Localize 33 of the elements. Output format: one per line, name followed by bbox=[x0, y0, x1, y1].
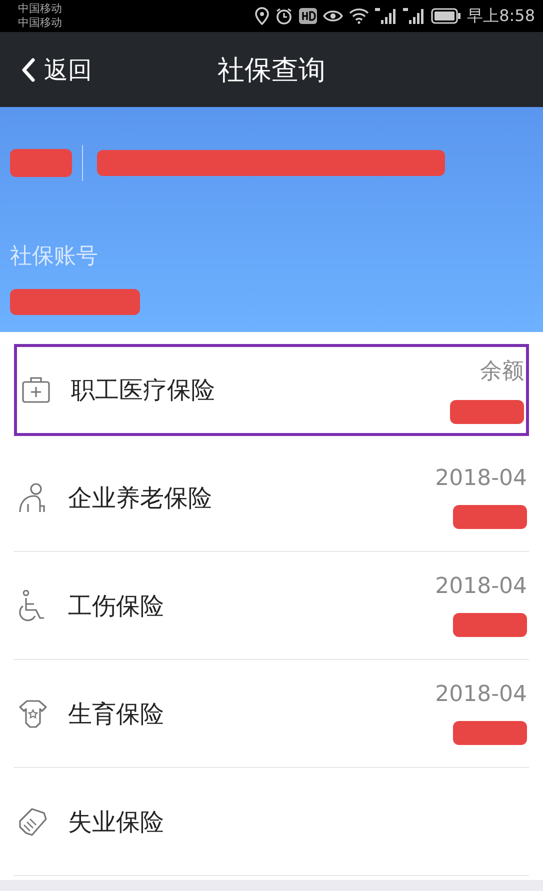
location-icon bbox=[255, 7, 270, 25]
clock-time: 早上8:58 bbox=[467, 6, 535, 26]
wifi-icon bbox=[349, 8, 370, 24]
carrier-name: 中国移动 bbox=[18, 16, 62, 30]
insurance-item[interactable]: 工伤保险 2018-04 bbox=[14, 552, 529, 660]
baby-onesie-icon bbox=[18, 698, 48, 728]
page-title: 社保查询 bbox=[218, 54, 326, 88]
eye-icon bbox=[323, 8, 344, 24]
insurance-item[interactable]: 失业保险 bbox=[14, 768, 529, 876]
insurance-item[interactable]: 企业养老保险 2018-04 bbox=[14, 444, 529, 552]
insurance-name: 失业保险 bbox=[68, 806, 165, 838]
battery-icon bbox=[431, 8, 462, 24]
insurance-name: 职工医疗保险 bbox=[71, 375, 216, 406]
item-meta: 2018-04 bbox=[435, 466, 527, 491]
insurance-item[interactable]: 生育保险 2018-04 bbox=[14, 660, 529, 768]
bandage-icon bbox=[18, 806, 48, 836]
carrier-name: 中国移动 bbox=[18, 2, 62, 16]
elderly-person-icon bbox=[18, 482, 48, 514]
item-meta: 2018-04 bbox=[435, 682, 527, 707]
signal-icon bbox=[403, 7, 426, 25]
medical-kit-icon bbox=[21, 376, 51, 404]
insurance-item[interactable]: 职工医疗保险 余额 bbox=[14, 344, 529, 436]
hd-icon bbox=[299, 8, 318, 24]
item-meta: 余额 bbox=[480, 358, 524, 386]
insurance-name: 生育保险 bbox=[68, 698, 165, 730]
alarm-icon bbox=[275, 7, 294, 25]
item-meta: 2018-04 bbox=[435, 574, 527, 599]
account-label: 社保账号 bbox=[10, 243, 99, 271]
insurance-name: 企业养老保险 bbox=[68, 482, 213, 514]
insurance-name: 工伤保险 bbox=[68, 590, 165, 622]
chevron-left-icon bbox=[20, 56, 36, 82]
signal-icon bbox=[375, 7, 398, 25]
back-button[interactable]: 返回 bbox=[0, 54, 92, 86]
